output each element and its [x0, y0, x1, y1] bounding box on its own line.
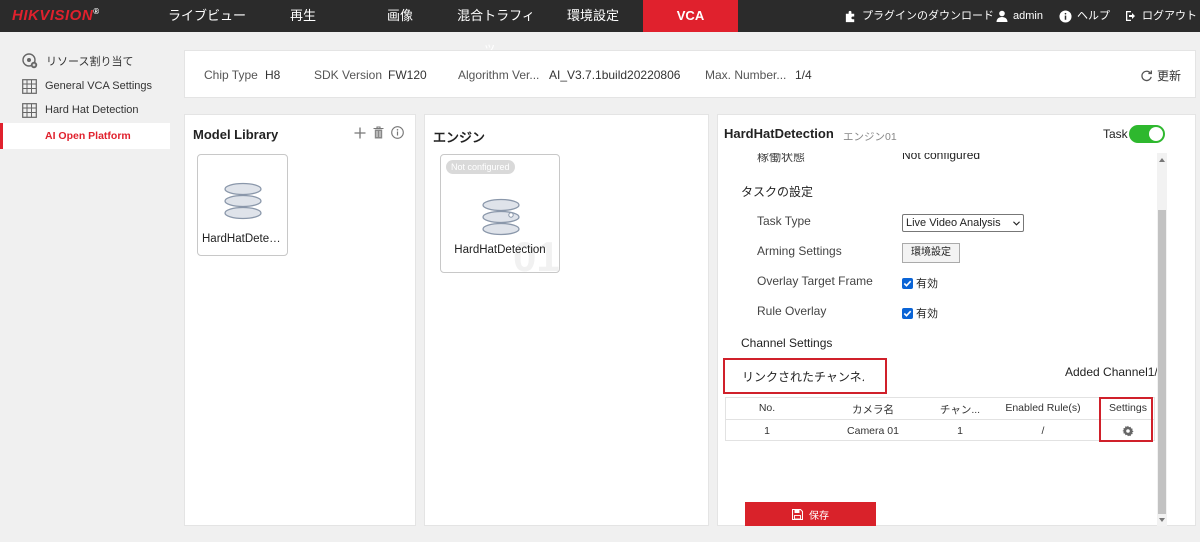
top-navigation-bar: HIKVISION® ライブビュー 再生 画像 混合トラフィッ… 環境設定 VC…	[0, 0, 1200, 55]
added-channel-count: Added Channel1/1	[1065, 365, 1165, 379]
logout-link[interactable]: ログアウト	[1125, 0, 1197, 32]
sidebar-item-resource-allocation[interactable]: リソース割り当て	[22, 51, 133, 71]
status-label: 稼働状態	[757, 153, 806, 164]
database-icon	[482, 198, 520, 236]
sidebar-item-label: リソース割り当て	[46, 56, 134, 68]
logout-icon	[1126, 11, 1135, 21]
max-number-value: 1/4	[795, 68, 812, 82]
row-channel: 1	[957, 425, 963, 437]
rule-overlay-checkbox[interactable]: 有効	[902, 305, 938, 321]
overlay-target-frame-value: 有効	[916, 278, 938, 290]
info-icon[interactable]	[391, 126, 404, 139]
detail-title: HardHatDetection	[724, 126, 834, 141]
task-type-value: Live Video Analysis	[906, 217, 1001, 229]
scrollbar-thumb[interactable]	[1158, 210, 1166, 514]
user-menu[interactable]: admin	[996, 0, 1043, 32]
sidebar-item-general-vca[interactable]: General VCA Settings	[22, 76, 152, 96]
overlay-target-frame-checkbox[interactable]: 有効	[902, 275, 938, 291]
engine-title: エンジン	[433, 130, 486, 145]
task-label: Task	[1103, 127, 1128, 141]
sdk-version-value: FW120	[388, 68, 427, 82]
checkbox-checked-icon	[902, 277, 913, 289]
grid-icon	[22, 78, 37, 94]
resource-icon	[22, 53, 38, 69]
tab-vca[interactable]: VCA	[643, 0, 738, 32]
highlight-box-settings	[1099, 397, 1153, 442]
row-camera-name: Camera 01	[847, 425, 899, 437]
user-name: admin	[1013, 10, 1043, 22]
scroll-up-icon[interactable]	[1158, 156, 1166, 164]
sidebar-item-label: AI Open Platform	[45, 130, 131, 142]
checkbox-checked-icon	[902, 307, 913, 319]
tab-configuration[interactable]: 環境設定	[560, 0, 626, 32]
tab-playback[interactable]: 再生	[270, 0, 336, 32]
model-name: HardHatDetection	[202, 233, 287, 245]
column-header-camera-name: カメラ名	[852, 404, 894, 416]
sdk-version-label: SDK Version	[314, 68, 383, 82]
chevron-down-icon	[1013, 221, 1020, 226]
max-number-label: Max. Number...	[705, 68, 787, 82]
highlight-box-link-channel	[723, 358, 887, 394]
scroll-down-icon[interactable]	[1158, 516, 1166, 524]
column-header-enabled-rules: Enabled Rule(s)	[1005, 402, 1081, 414]
refresh-icon	[1141, 70, 1152, 82]
row-enabled-rules: /	[1041, 425, 1045, 437]
toggle-knob	[1149, 127, 1163, 141]
engine-label: エンジン01	[843, 131, 897, 143]
model-card[interactable]: HardHatDetection	[197, 154, 288, 256]
info-icon	[1059, 9, 1072, 23]
task-type-label: Task Type	[757, 214, 811, 228]
user-icon	[996, 10, 1008, 22]
overlay-target-frame-label: Overlay Target Frame	[757, 274, 873, 288]
status-badge: Not configured	[446, 160, 515, 174]
algorithm-version-value: AI_V3.7.1build20220806	[549, 68, 681, 82]
sidebar-item-ai-open-platform[interactable]: AI Open Platform	[0, 123, 170, 149]
help-link[interactable]: ヘルプ	[1059, 0, 1110, 32]
tab-mixed-traffic[interactable]: 混合トラフィッ…	[446, 0, 546, 55]
algorithm-version-label: Algorithm Ver...	[458, 68, 540, 82]
save-label: 保存	[809, 510, 829, 522]
tab-live-view[interactable]: ライブビュー	[162, 0, 252, 32]
task-toggle[interactable]	[1129, 125, 1165, 143]
plugin-download-label: プラグインのダウンロード	[862, 10, 994, 22]
column-header-channel: チャン...	[939, 404, 981, 416]
trash-icon[interactable]	[373, 126, 384, 139]
chip-type-value: H8	[265, 68, 281, 82]
grid-icon	[22, 102, 37, 118]
sidebar-item-hard-hat-detection[interactable]: Hard Hat Detection	[22, 100, 139, 120]
save-icon	[792, 508, 803, 520]
column-header-no: No.	[758, 402, 776, 414]
model-library-title: Model Library	[193, 127, 279, 142]
rule-overlay-label: Rule Overlay	[757, 304, 827, 318]
sidebar: リソース割り当て General VCA Settings Hard Hat D…	[0, 32, 170, 542]
rule-overlay-value: 有効	[916, 308, 938, 320]
task-type-select[interactable]: Live Video Analysis	[902, 214, 1024, 232]
chip-type-label: Chip Type	[204, 68, 258, 82]
tab-picture[interactable]: 画像	[370, 0, 430, 32]
refresh-label: 更新	[1156, 69, 1181, 83]
engine-card[interactable]: Not configured 01 HardHatDetection	[440, 154, 560, 273]
device-info-bar: Chip Type H8 SDK Version FW120 Algorithm…	[184, 50, 1196, 98]
database-icon	[224, 182, 262, 220]
logout-label: ログアウト	[1142, 10, 1197, 22]
arming-settings-button[interactable]: 環境設定	[902, 243, 960, 263]
engine-panel: エンジン Not configured 01 HardHatDetection	[424, 114, 709, 526]
channel-settings-heading: Channel Settings	[741, 336, 833, 350]
engine-name: HardHatDetection	[454, 244, 546, 256]
refresh-button[interactable]: 更新	[1140, 67, 1181, 84]
model-library-panel: Model Library HardHatDetection	[184, 114, 416, 526]
status-value: Not configured	[902, 153, 981, 162]
row-no: 1	[764, 425, 770, 437]
plugin-download-link[interactable]: プラグインのダウンロード	[844, 0, 994, 32]
arming-settings-label: Arming Settings	[757, 244, 842, 258]
table-divider	[725, 419, 1155, 420]
sidebar-item-label: Hard Hat Detection	[45, 104, 139, 116]
save-button[interactable]: 保存	[745, 502, 876, 526]
sidebar-item-label: General VCA Settings	[45, 80, 153, 92]
puzzle-icon	[845, 10, 855, 22]
help-label: ヘルプ	[1077, 10, 1110, 22]
task-settings-heading: タスクの設定	[741, 185, 814, 199]
brand-logo: HIKVISION®	[12, 7, 100, 24]
add-icon[interactable]	[354, 127, 366, 139]
